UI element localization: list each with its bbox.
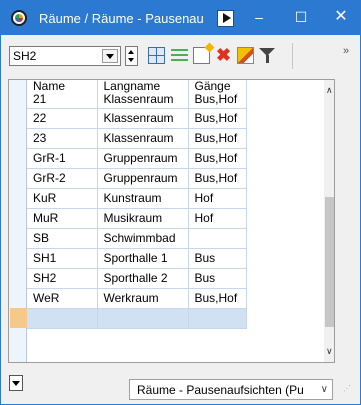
column-header-name[interactable]: Name: [27, 80, 98, 94]
new-entry-row[interactable]: [27, 308, 247, 329]
cell-langname[interactable]: Musikraum: [97, 208, 189, 229]
cell-langname[interactable]: Werkraum: [97, 288, 189, 309]
cell-langname[interactable]: Gruppenraum: [97, 148, 189, 169]
column-header-gaenge[interactable]: Gänge: [188, 80, 247, 94]
dropdown-icon[interactable]: [9, 375, 23, 391]
resize-grip-icon[interactable]: ⋰: [343, 384, 353, 396]
table-row[interactable]: 23 Klassenraum Bus,Hof: [27, 128, 247, 149]
cell-name[interactable]: GrR-1: [27, 148, 98, 169]
title-bar[interactable]: Räume / Räume - Pausenau – ☐ ✕: [1, 1, 360, 35]
new-entry-cell[interactable]: [27, 308, 98, 329]
scroll-up-icon[interactable]: ∧: [326, 85, 333, 96]
table-row[interactable]: GrR-2 Gruppenraum Bus,Hof: [27, 168, 247, 189]
cell-gaenge[interactable]: Bus: [188, 248, 247, 269]
toolbar-overflow-button[interactable]: »: [343, 45, 349, 57]
cell-name[interactable]: MuR: [27, 208, 98, 229]
table-row[interactable]: WeR Werkraum Bus,Hof: [27, 288, 247, 309]
cell-gaenge[interactable]: Bus: [188, 268, 247, 289]
spin-stepper[interactable]: [125, 46, 138, 66]
room-select-value: SH2: [13, 49, 37, 63]
cell-gaenge[interactable]: Hof: [188, 188, 247, 209]
table-row[interactable]: SH1 Sporthalle 1 Bus: [27, 248, 247, 269]
cell-name[interactable]: 21: [27, 94, 98, 109]
grid-icon[interactable]: [148, 47, 165, 64]
cell-name[interactable]: KuR: [27, 188, 98, 209]
cell-name[interactable]: SH1: [27, 248, 98, 269]
cell-langname[interactable]: Klassenraum: [97, 94, 189, 109]
table-row[interactable]: SB Schwimmbad: [27, 228, 247, 249]
cell-gaenge[interactable]: Bus,Hof: [188, 148, 247, 169]
room-select[interactable]: SH2: [9, 46, 121, 66]
minimize-button[interactable]: –: [239, 1, 279, 35]
chevron-down-icon[interactable]: [102, 49, 118, 63]
new-entry-cell[interactable]: [188, 308, 247, 329]
table-row[interactable]: 21 Klassenraum Bus,Hof: [27, 94, 247, 109]
cell-name[interactable]: SH2: [27, 268, 98, 289]
cell-langname[interactable]: Gruppenraum: [97, 168, 189, 189]
cell-gaenge[interactable]: Bus,Hof: [188, 128, 247, 149]
cell-name[interactable]: SB: [27, 228, 98, 249]
table-row[interactable]: KuR Kunstraum Hof: [27, 188, 247, 209]
list-icon[interactable]: [171, 47, 188, 64]
view-select[interactable]: Räume - Pausenaufsichten (Pu ∨: [129, 379, 333, 400]
cell-langname[interactable]: Klassenraum: [97, 108, 189, 129]
cell-langname[interactable]: Kunstraum: [97, 188, 189, 209]
chevron-down-icon[interactable]: ∨: [321, 384, 328, 395]
filter-icon[interactable]: [259, 47, 276, 64]
cell-name[interactable]: 23: [27, 128, 98, 149]
rooms-grid[interactable]: Name Langname Gänge 21 Klassenraum Bus,Hof…: [8, 79, 335, 363]
toolbar-separator: [292, 43, 293, 69]
table-row[interactable]: MuR Musikraum Hof: [27, 208, 247, 229]
toolbar: SH2 ✖ »: [1, 35, 360, 75]
rooms-table: Name Langname Gänge 21 Klassenraum Bus,Hof…: [27, 80, 247, 329]
cell-langname[interactable]: Sporthalle 1: [97, 248, 189, 269]
new-row-marker: [10, 308, 27, 328]
new-entry-cell[interactable]: [97, 308, 189, 329]
scroll-down-icon[interactable]: ∨: [326, 346, 333, 357]
cell-gaenge[interactable]: Bus,Hof: [188, 288, 247, 309]
cell-gaenge[interactable]: Bus,Hof: [188, 108, 247, 129]
title-more-icon[interactable]: [217, 10, 234, 27]
table-row[interactable]: GrR-1 Gruppenraum Bus,Hof: [27, 148, 247, 169]
cell-langname[interactable]: Sporthalle 2: [97, 268, 189, 289]
status-bar: Räume - Pausenaufsichten (Pu ∨ ⋰: [1, 366, 360, 404]
window-title: Räume / Räume - Pausenau: [39, 11, 204, 26]
cell-gaenge[interactable]: [188, 228, 247, 249]
cell-name[interactable]: 22: [27, 108, 98, 129]
column-header-langname[interactable]: Langname: [97, 80, 189, 94]
view-select-value: Räume - Pausenaufsichten (Pu: [137, 383, 304, 397]
scrollbar-thumb[interactable]: [325, 197, 334, 327]
edit-icon[interactable]: [237, 47, 254, 64]
cell-langname[interactable]: Klassenraum: [97, 128, 189, 149]
table-row[interactable]: SH2 Sporthalle 2 Bus: [27, 268, 247, 289]
app-window: Räume / Räume - Pausenau – ☐ ✕ SH2 ✖ » N…: [0, 0, 361, 405]
close-button[interactable]: ✕: [321, 1, 361, 35]
new-icon[interactable]: [193, 47, 210, 64]
maximize-button[interactable]: ☐: [281, 1, 321, 35]
cell-langname[interactable]: Schwimmbad: [97, 228, 189, 249]
cell-name[interactable]: WeR: [27, 288, 98, 309]
table-row[interactable]: 22 Klassenraum Bus,Hof: [27, 108, 247, 129]
delete-icon[interactable]: ✖: [215, 46, 232, 64]
cell-gaenge[interactable]: Bus,Hof: [188, 168, 247, 189]
app-icon[interactable]: [11, 10, 27, 26]
cell-gaenge[interactable]: Hof: [188, 208, 247, 229]
cell-name[interactable]: GrR-2: [27, 168, 98, 189]
vertical-scrollbar[interactable]: ∧ ∨: [324, 80, 334, 362]
cell-gaenge[interactable]: Bus,Hof: [188, 94, 247, 109]
